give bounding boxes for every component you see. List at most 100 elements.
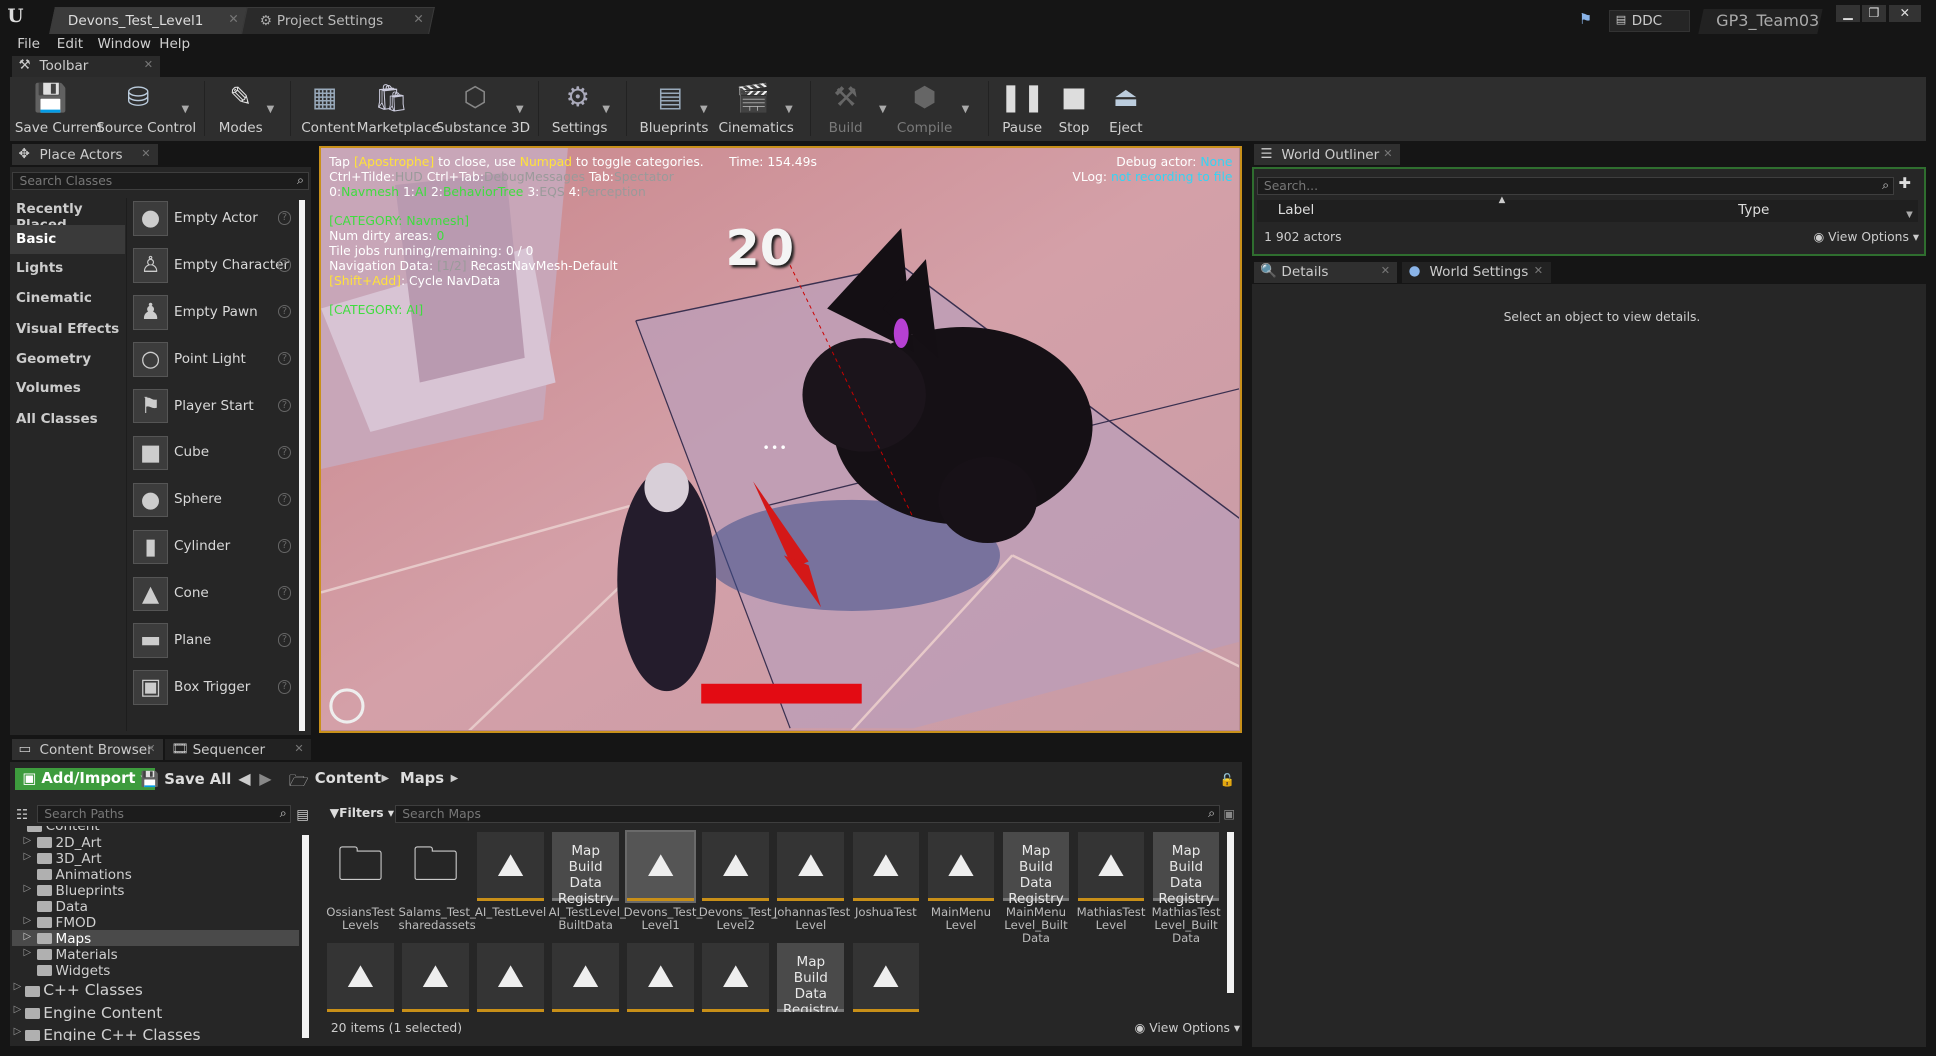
tree-item-engine-content[interactable]: ▷ Engine Content bbox=[14, 1004, 163, 1022]
search-classes-input[interactable]: Search Classes ⌕ bbox=[12, 171, 309, 191]
category-volumes[interactable]: Volumes bbox=[10, 374, 125, 404]
tree-item-animations[interactable]: Animations bbox=[37, 867, 132, 883]
toolbar-tab[interactable]: ⚒ Toolbar ✕ bbox=[12, 55, 161, 77]
forward-arrow-icon[interactable]: ▶ bbox=[259, 769, 271, 788]
notification-icon[interactable]: ⚑ bbox=[1579, 11, 1592, 28]
asset-tile[interactable]: 🗀 bbox=[402, 832, 469, 902]
source-control-button[interactable]: ⛁ Source Control bbox=[96, 79, 196, 136]
asset-tile[interactable]: Map Build Data Registry bbox=[552, 832, 619, 907]
asset-tile[interactable]: ⛰ bbox=[852, 943, 920, 1013]
tab-devons-test-level1[interactable]: Devons_Test_Level1 ✕ bbox=[48, 7, 250, 35]
column-label[interactable]: Label bbox=[1278, 202, 1315, 218]
actor-cylinder[interactable]: ▮ Cylinder? bbox=[128, 526, 293, 573]
asset-tile[interactable]: Map Build Data Registry bbox=[1002, 832, 1070, 907]
breadcrumb-maps[interactable]: Maps bbox=[400, 770, 444, 787]
asset-tile[interactable]: ⛰ bbox=[702, 943, 770, 1013]
path-view-options-icon[interactable]: ▤ bbox=[296, 807, 309, 823]
expand-icon[interactable]: ▷ bbox=[14, 981, 22, 992]
asset-tile[interactable]: ⛰ bbox=[1077, 832, 1145, 902]
cinematics-button[interactable]: 🎬 Cinematics bbox=[718, 79, 793, 136]
asset-tile[interactable]: ⛰ bbox=[777, 832, 845, 902]
help-icon[interactable]: ? bbox=[277, 586, 292, 600]
category-visual-effects[interactable]: Visual Effects bbox=[10, 315, 125, 345]
actor-empty-pawn[interactable]: ♟ Empty Pawn? bbox=[128, 291, 293, 338]
tree-item-engine-cpp-classes[interactable]: ▷ Engine C++ Classes bbox=[14, 1026, 201, 1041]
search-maps-input[interactable]: Search Maps ⌕ bbox=[395, 804, 1220, 824]
tab-project-settings[interactable]: ⚙ Project Settings ✕ bbox=[241, 7, 435, 35]
add-filter-icon[interactable]: ✚ bbox=[1899, 175, 1911, 192]
category-cinematic[interactable]: Cinematic bbox=[10, 284, 125, 314]
asset-tile[interactable]: ⛰ bbox=[402, 943, 469, 1013]
actor-sphere[interactable]: ● Sphere? bbox=[128, 479, 293, 526]
close-icon[interactable]: ✕ bbox=[1534, 264, 1543, 277]
chevron-down-icon[interactable]: ▼ bbox=[181, 104, 189, 115]
tree-item-maps[interactable]: ▷ Maps bbox=[23, 931, 91, 947]
tree-item-widgets[interactable]: Widgets bbox=[37, 963, 110, 979]
scrollbar[interactable] bbox=[1227, 832, 1235, 993]
asset-tile[interactable]: ⛰ bbox=[327, 943, 394, 1013]
minimize-button[interactable]: ▁ bbox=[1835, 4, 1861, 23]
help-icon[interactable]: ? bbox=[277, 398, 292, 413]
actor-cone[interactable]: ▲ Cone? bbox=[128, 573, 293, 620]
expand-icon[interactable]: ▷ bbox=[23, 915, 31, 926]
substance-3d-button[interactable]: ⬡ Substance 3D bbox=[436, 79, 530, 136]
actor-cube[interactable]: ■ Cube? bbox=[128, 432, 293, 479]
tree-item-blueprints[interactable]: ▷ Blueprints bbox=[23, 883, 124, 899]
ddc-button[interactable]: ▤ DDC bbox=[1608, 9, 1691, 33]
asset-tile[interactable]: ⛰ bbox=[927, 832, 995, 902]
asset-tile[interactable]: 🗀 bbox=[327, 832, 394, 902]
sequencer-tab[interactable]: 🎞 Sequencer ✕ bbox=[165, 739, 312, 761]
world-outliner-tab[interactable]: ☰ World Outliner ✕ bbox=[1254, 144, 1400, 166]
content-button[interactable]: ▦ Content bbox=[301, 79, 355, 136]
column-type[interactable]: Type bbox=[1738, 202, 1769, 218]
help-icon[interactable]: ? bbox=[277, 680, 292, 694]
details-tab[interactable]: 🔍 Details ✕ bbox=[1254, 261, 1398, 283]
close-icon[interactable]: ✕ bbox=[141, 147, 150, 160]
marketplace-button[interactable]: 🛍 Marketplace bbox=[357, 79, 440, 136]
help-icon[interactable]: ? bbox=[277, 211, 292, 225]
tree-item-content[interactable]: Content bbox=[27, 825, 100, 835]
help-icon[interactable]: ? bbox=[277, 258, 292, 272]
asset-tile[interactable]: ⛰ bbox=[477, 832, 544, 902]
chevron-down-icon[interactable]: ▼ bbox=[516, 104, 524, 115]
save-current-button[interactable]: 💾 Save Current bbox=[15, 79, 104, 136]
content-view-options[interactable]: ◉ View Options ▾ bbox=[1135, 1021, 1241, 1035]
asset-tile[interactable]: Map Build Data Registry bbox=[1152, 832, 1220, 907]
scrollbar[interactable] bbox=[298, 199, 305, 731]
expand-icon[interactable]: ▷ bbox=[23, 883, 31, 894]
actor-player-start[interactable]: ⚑ Player Start? bbox=[128, 385, 293, 432]
expand-icon[interactable]: ▷ bbox=[23, 931, 31, 942]
stop-button[interactable]: ■ Stop bbox=[1054, 79, 1094, 136]
asset-tile[interactable]: ⛰ bbox=[627, 943, 695, 1013]
pause-button[interactable]: ❚❚ Pause bbox=[999, 79, 1044, 136]
help-icon[interactable]: ? bbox=[277, 351, 292, 366]
close-icon[interactable]: ✕ bbox=[414, 12, 424, 26]
chevron-down-icon[interactable]: ▼ bbox=[700, 104, 708, 115]
actor-empty-character[interactable]: ♙ Empty Character? bbox=[128, 244, 293, 291]
tree-item-data[interactable]: Data bbox=[37, 899, 88, 915]
modes-button[interactable]: ✎ Modes bbox=[217, 79, 264, 136]
chevron-down-icon[interactable]: ▼ bbox=[1906, 210, 1913, 220]
close-icon[interactable]: ✕ bbox=[229, 12, 239, 26]
outliner-view-options[interactable]: ◉ View Options ▾ bbox=[1813, 230, 1919, 244]
menu-file[interactable]: File bbox=[17, 36, 40, 52]
category-lights[interactable]: Lights bbox=[10, 254, 125, 284]
level-viewport[interactable]: Tap [Apostrophe] to close, use Numpad to… bbox=[318, 145, 1242, 734]
chevron-right-icon[interactable]: ▶ bbox=[451, 773, 459, 784]
build-button[interactable]: ⚒ Build bbox=[822, 79, 869, 136]
chevron-down-icon[interactable]: ▼ bbox=[602, 104, 610, 115]
help-icon[interactable]: ? bbox=[277, 633, 292, 647]
actor-point-light[interactable]: ○ Point Light? bbox=[128, 338, 293, 385]
content-browser-tab[interactable]: ▭ Content Browser ✕ bbox=[12, 739, 163, 761]
lock-icon[interactable]: 🔓 bbox=[1220, 773, 1235, 788]
blueprints-button[interactable]: ▤ Blueprints bbox=[639, 79, 708, 136]
menu-edit[interactable]: Edit bbox=[57, 36, 83, 52]
asset-tile[interactable]: ⛰ bbox=[625, 830, 697, 904]
asset-tile[interactable]: ⛰ bbox=[477, 943, 544, 1013]
chevron-down-icon[interactable]: ▼ bbox=[962, 104, 970, 115]
menu-help[interactable]: Help bbox=[159, 36, 190, 52]
close-window-button[interactable]: ✕ bbox=[1888, 4, 1921, 23]
asset-tile[interactable]: ⛰ bbox=[552, 943, 619, 1013]
help-icon[interactable]: ? bbox=[277, 445, 292, 460]
tree-item-3d-art[interactable]: ▷ 3D_Art bbox=[23, 851, 101, 867]
